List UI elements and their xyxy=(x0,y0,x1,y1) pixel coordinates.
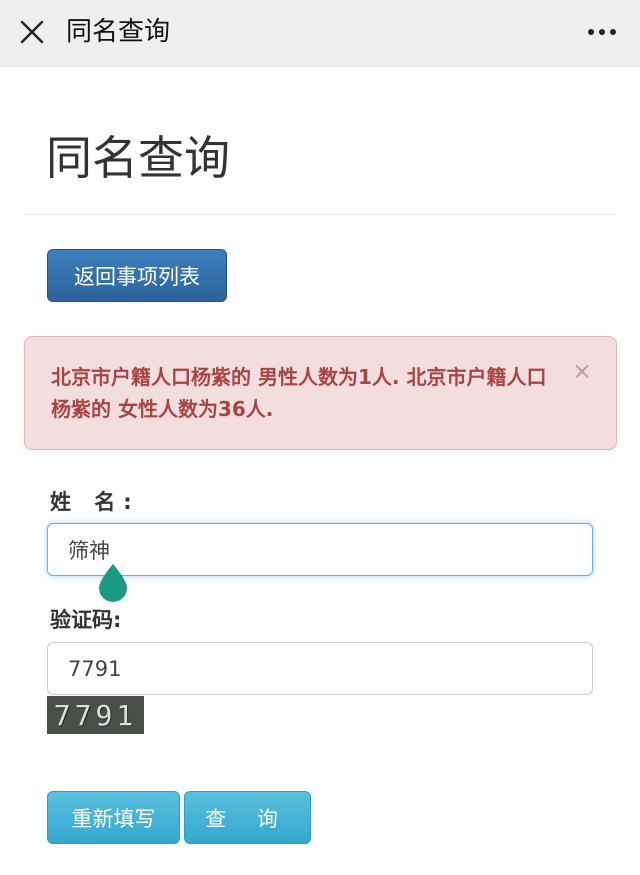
captcha-input[interactable]: 7791 xyxy=(47,642,593,695)
name-label: 姓 名: xyxy=(50,490,140,514)
page-title: 同名查询 xyxy=(46,131,230,185)
alert-message: 北京市户籍人口杨紫的 男性人数为1人. 北京市户籍人口杨紫的 女性人数为36人. xyxy=(51,365,547,421)
result-alert: 北京市户籍人口杨紫的 男性人数为1人. 北京市户籍人口杨紫的 女性人数为36人.… xyxy=(24,336,617,450)
more-dots-icon[interactable] xyxy=(582,14,622,50)
close-icon[interactable] xyxy=(12,12,52,52)
reset-button[interactable]: 重新填写 xyxy=(47,791,180,844)
captcha-text: 7791 xyxy=(53,698,138,732)
captcha-label: 验证码: xyxy=(50,608,122,632)
query-button[interactable]: 查 询 xyxy=(184,791,311,844)
captcha-image[interactable]: 7791 xyxy=(47,696,144,734)
alert-close-icon[interactable]: × xyxy=(570,359,594,383)
text-cursor-handle-icon[interactable] xyxy=(97,562,129,602)
divider xyxy=(24,214,616,215)
back-to-list-button[interactable]: 返回事项列表 xyxy=(47,249,227,302)
topbar-title: 同名查询 xyxy=(66,17,171,47)
wechat-top-bar: 同名查询 xyxy=(0,0,640,67)
